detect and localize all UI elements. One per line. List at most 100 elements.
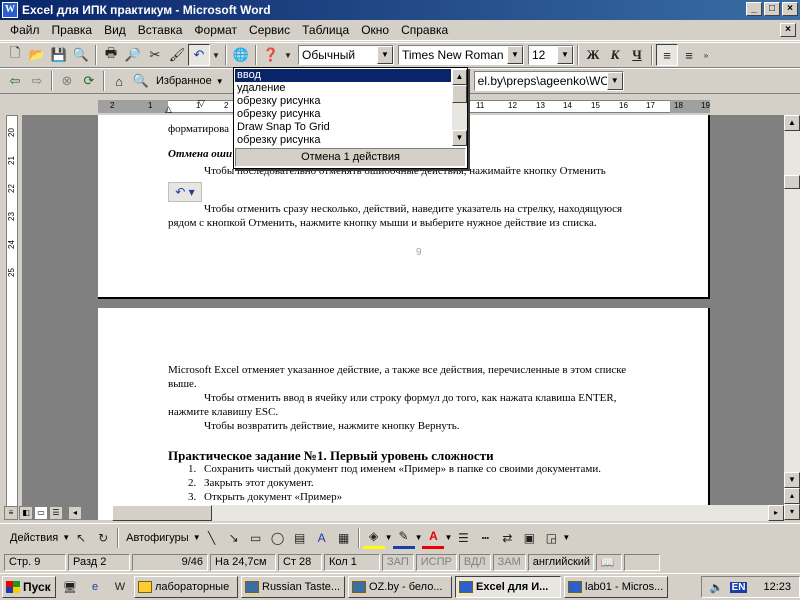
print-icon[interactable]: 🖶: [100, 44, 122, 66]
open-folder-icon[interactable]: 📂: [26, 44, 48, 66]
3d-icon[interactable]: ◲: [540, 527, 562, 549]
status-record[interactable]: ЗАП: [382, 553, 414, 571]
task-button[interactable]: лабораторные: [134, 576, 238, 598]
spelling-status-icon[interactable]: 📖: [595, 553, 622, 571]
menu-format[interactable]: Формат: [188, 23, 243, 37]
undo-history-item[interactable]: обрезку рисунка: [235, 95, 451, 108]
bold-button[interactable]: Ж: [582, 44, 604, 66]
minimize-button[interactable]: _: [746, 2, 762, 16]
left-indent-marker[interactable]: △: [165, 104, 172, 115]
chevron-down-icon[interactable]: ▼: [557, 46, 573, 64]
chevron-down-icon[interactable]: ▼: [62, 533, 70, 542]
vertical-scrollbar[interactable]: ▲ ▼ ▴ ▾: [784, 115, 800, 520]
scroll-right-arrow-icon[interactable]: ▸: [768, 505, 784, 521]
normal-view-icon[interactable]: ≡: [4, 506, 18, 520]
dash-style-icon[interactable]: ┅: [474, 527, 496, 549]
scroll-left-arrow-icon[interactable]: ◂: [68, 506, 82, 520]
quicklaunch-ie-icon[interactable]: e: [84, 576, 106, 598]
scroll-down-arrow-icon[interactable]: ▼: [452, 130, 467, 146]
status-language[interactable]: английский: [527, 553, 594, 571]
forward-arrow-icon[interactable]: ⇨: [26, 70, 48, 92]
underline-button[interactable]: Ч: [626, 44, 648, 66]
scroll-down-arrow-icon[interactable]: ▼: [784, 472, 800, 488]
chevron-down-icon[interactable]: ▼: [415, 533, 423, 542]
undo-history-item[interactable]: обрезку рисунка: [235, 134, 451, 147]
vertical-ruler[interactable]: 20 21 22 23 24 25: [4, 115, 20, 520]
rotate-icon[interactable]: ↻: [92, 527, 114, 549]
undo-history-item[interactable]: Draw Snap To Grid: [235, 121, 451, 134]
quicklaunch-desktop-icon[interactable]: 🖥: [59, 576, 81, 598]
font-select[interactable]: Times New Roman ▼: [398, 45, 524, 65]
keyboard-layout[interactable]: EN: [729, 581, 748, 593]
draw-actions-menu[interactable]: Действия: [6, 532, 62, 544]
fill-color-icon[interactable]: ◈: [362, 527, 385, 549]
italic-button[interactable]: К: [604, 44, 626, 66]
close-button[interactable]: ×: [782, 2, 798, 16]
scroll-thumb[interactable]: [784, 175, 800, 189]
stop-icon[interactable]: ⊗: [56, 70, 78, 92]
select-pointer-icon[interactable]: ↖: [70, 527, 92, 549]
search-web-icon[interactable]: 🔍: [130, 70, 152, 92]
undo-history-item[interactable]: ввод: [235, 69, 451, 82]
chevron-down-icon[interactable]: ▼: [444, 533, 452, 542]
outline-view-icon[interactable]: ☰: [49, 506, 63, 520]
cut-icon[interactable]: ✂: [144, 44, 166, 66]
first-line-indent-marker[interactable]: ▽: [198, 98, 205, 109]
save-icon[interactable]: 💾: [48, 44, 70, 66]
scroll-thumb[interactable]: [452, 85, 467, 103]
autoshapes-menu[interactable]: Автофигуры: [122, 532, 193, 544]
undo-dropdown-arrow[interactable]: ▼: [210, 44, 222, 66]
word-app-icon[interactable]: W: [2, 2, 18, 18]
menu-tools[interactable]: Сервис: [243, 23, 296, 37]
maximize-button[interactable]: □: [764, 2, 780, 16]
chevron-down-icon[interactable]: ▼: [562, 533, 570, 542]
search-file-icon[interactable]: 🔍: [70, 44, 92, 66]
document-area[interactable]: форматирова Отмена оши Чтобы последовате…: [22, 115, 784, 520]
format-painter-icon[interactable]: 🖌: [166, 44, 188, 66]
chevron-down-icon[interactable]: ▼: [216, 77, 224, 86]
chevron-down-icon[interactable]: ▼: [193, 533, 201, 542]
menu-view[interactable]: Вид: [98, 23, 132, 37]
undo-history-dropdown[interactable]: ввод удаление обрезку рисунка обрезку ри…: [233, 67, 468, 169]
print-layout-icon[interactable]: ▭: [34, 506, 48, 520]
chevron-down-icon[interactable]: ▼: [606, 72, 623, 90]
menu-help[interactable]: Справка: [395, 23, 454, 37]
task-button-active[interactable]: Excel для И...: [455, 576, 561, 598]
volume-icon[interactable]: 🔈: [710, 581, 724, 594]
arrow-icon[interactable]: ↘: [223, 527, 245, 549]
undo-history-list[interactable]: ввод удаление обрезку рисунка обрезку ри…: [235, 69, 451, 147]
web-globe-icon[interactable]: 🌐: [230, 44, 252, 66]
menu-insert[interactable]: Вставка: [132, 23, 189, 37]
style-select[interactable]: Обычный ▼: [298, 45, 394, 65]
rectangle-icon[interactable]: ▭: [245, 527, 267, 549]
line-style-icon[interactable]: ☰: [452, 527, 474, 549]
new-document-icon[interactable]: 🗋: [4, 44, 26, 66]
refresh-icon[interactable]: ⟳: [78, 70, 100, 92]
scroll-up-arrow-icon[interactable]: ▲: [784, 115, 800, 131]
menu-file[interactable]: Файл: [4, 23, 46, 37]
start-button[interactable]: Пуск: [2, 576, 56, 598]
clock[interactable]: 12:23: [763, 581, 791, 593]
document-close-button[interactable]: ×: [780, 23, 796, 37]
undo-history-item[interactable]: обрезку рисунка: [235, 108, 451, 121]
hscroll-thumb[interactable]: [112, 505, 212, 521]
align-left-icon[interactable]: ≡: [656, 44, 678, 66]
oval-icon[interactable]: ◯: [267, 527, 289, 549]
toolbar-options-arrow[interactable]: ▼: [282, 44, 294, 66]
status-track-changes[interactable]: ИСПР: [415, 553, 457, 571]
task-button[interactable]: Russian Taste...: [241, 576, 345, 598]
help-icon[interactable]: ❓: [260, 44, 282, 66]
web-view-icon[interactable]: ◧: [19, 506, 33, 520]
align-center-icon[interactable]: ≡: [678, 44, 700, 66]
chevron-down-icon[interactable]: ▼: [385, 533, 393, 542]
prev-page-icon[interactable]: ▴: [784, 488, 800, 504]
line-icon[interactable]: ╲: [201, 527, 223, 549]
undo-history-item[interactable]: удаление: [235, 82, 451, 95]
font-color-icon[interactable]: A: [422, 527, 445, 549]
menu-table[interactable]: Таблица: [296, 23, 355, 37]
undo-icon[interactable]: ↶: [188, 44, 210, 66]
status-overtype[interactable]: ЗАМ: [492, 553, 526, 571]
chevron-down-icon[interactable]: ▼: [507, 46, 523, 64]
line-color-icon[interactable]: ✎: [392, 527, 415, 549]
textbox-icon[interactable]: ▤: [289, 527, 311, 549]
